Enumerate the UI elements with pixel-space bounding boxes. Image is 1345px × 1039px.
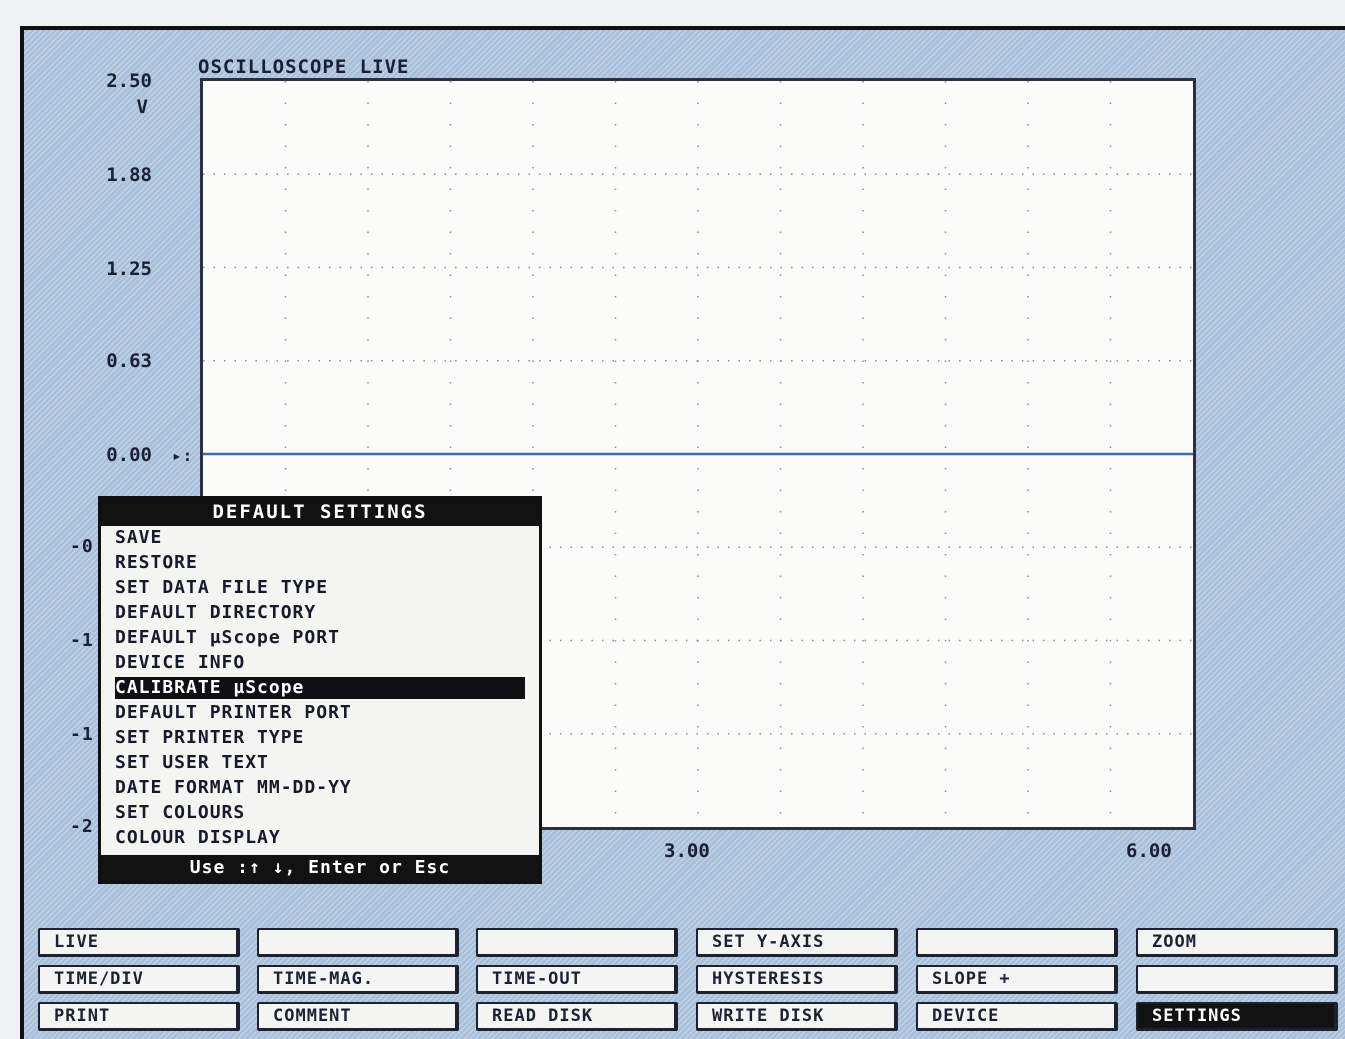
x-tick-label: 6.00 bbox=[1126, 840, 1172, 862]
hysteresis-button[interactable]: HYSTERESIS bbox=[696, 965, 898, 994]
oscilloscope-screen: OSCILLOSCOPE LIVE 2.50 V 1.88 1.25 0.63 … bbox=[20, 26, 1345, 1039]
menu-item-save[interactable]: SAVE bbox=[115, 527, 525, 549]
menu-item-default-directory[interactable]: DEFAULT DIRECTORY bbox=[115, 602, 525, 624]
menu-item-colour-display[interactable]: COLOUR DISPLAY bbox=[115, 827, 525, 849]
menu-item-device-info[interactable]: DEVICE INFO bbox=[115, 652, 525, 674]
zoom-button[interactable]: ZOOM bbox=[1136, 928, 1338, 957]
write-disk-button[interactable]: WRITE DISK bbox=[696, 1002, 898, 1031]
y-tick-label: 0.63 bbox=[106, 350, 152, 372]
live-button[interactable]: LIVE bbox=[38, 928, 240, 957]
y-tick-label-partial: -0 bbox=[70, 536, 94, 557]
y-tick-label-partial: -1 bbox=[70, 724, 94, 745]
blank-button[interactable] bbox=[916, 928, 1118, 957]
blank-button[interactable] bbox=[1136, 965, 1338, 994]
time-out-button[interactable]: TIME-OUT bbox=[476, 965, 678, 994]
trigger-marker[interactable]: ▸: bbox=[172, 446, 193, 465]
time-div-button[interactable]: TIME/DIV bbox=[38, 965, 240, 994]
menu-item-default-printer-port[interactable]: DEFAULT PRINTER PORT bbox=[115, 702, 525, 724]
slope-button[interactable]: SLOPE + bbox=[916, 965, 1118, 994]
menu-item-set-colours[interactable]: SET COLOURS bbox=[115, 802, 525, 824]
y-tick-label-partial: -1 bbox=[70, 630, 94, 651]
comment-button[interactable]: COMMENT bbox=[257, 1002, 459, 1031]
plot-title: OSCILLOSCOPE LIVE bbox=[198, 56, 410, 78]
y-tick-label-partial: -2 bbox=[70, 816, 94, 837]
menu-item-set-data-file-type[interactable]: SET DATA FILE TYPE bbox=[115, 577, 525, 599]
y-tick-label: 1.25 bbox=[106, 258, 152, 280]
menu-item-restore[interactable]: RESTORE bbox=[115, 552, 525, 574]
print-button[interactable]: PRINT bbox=[38, 1002, 240, 1031]
menu-item-date-format[interactable]: DATE FORMAT MM-DD-YY bbox=[115, 777, 525, 799]
menu-item-calibrate-uscope[interactable]: CALIBRATE µScope bbox=[115, 677, 525, 699]
y-tick-label: 2.50 bbox=[106, 70, 152, 92]
blank-button[interactable] bbox=[257, 928, 459, 957]
y-tick-label: 1.88 bbox=[106, 164, 152, 186]
y-unit-label: V bbox=[136, 96, 148, 118]
device-button[interactable]: DEVICE bbox=[916, 1002, 1118, 1031]
menu-title: DEFAULT SETTINGS bbox=[101, 499, 539, 526]
blank-button[interactable] bbox=[476, 928, 678, 957]
menu-hint: Use :↑ ↓, Enter or Esc bbox=[101, 855, 539, 881]
menu-item-default-uscope-port[interactable]: DEFAULT µScope PORT bbox=[115, 627, 525, 649]
menu-item-set-printer-type[interactable]: SET PRINTER TYPE bbox=[115, 727, 525, 749]
default-settings-menu: DEFAULT SETTINGS SAVE RESTORE SET DATA F… bbox=[98, 496, 542, 884]
y-tick-label: 0.00 bbox=[106, 444, 152, 466]
menu-item-set-user-text[interactable]: SET USER TEXT bbox=[115, 752, 525, 774]
settings-button[interactable]: SETTINGS bbox=[1136, 1002, 1338, 1031]
time-mag-button[interactable]: TIME-MAG. bbox=[257, 965, 459, 994]
set-y-axis-button[interactable]: SET Y-AXIS bbox=[696, 928, 898, 957]
x-tick-label: 3.00 bbox=[664, 840, 710, 862]
read-disk-button[interactable]: READ DISK bbox=[476, 1002, 678, 1031]
